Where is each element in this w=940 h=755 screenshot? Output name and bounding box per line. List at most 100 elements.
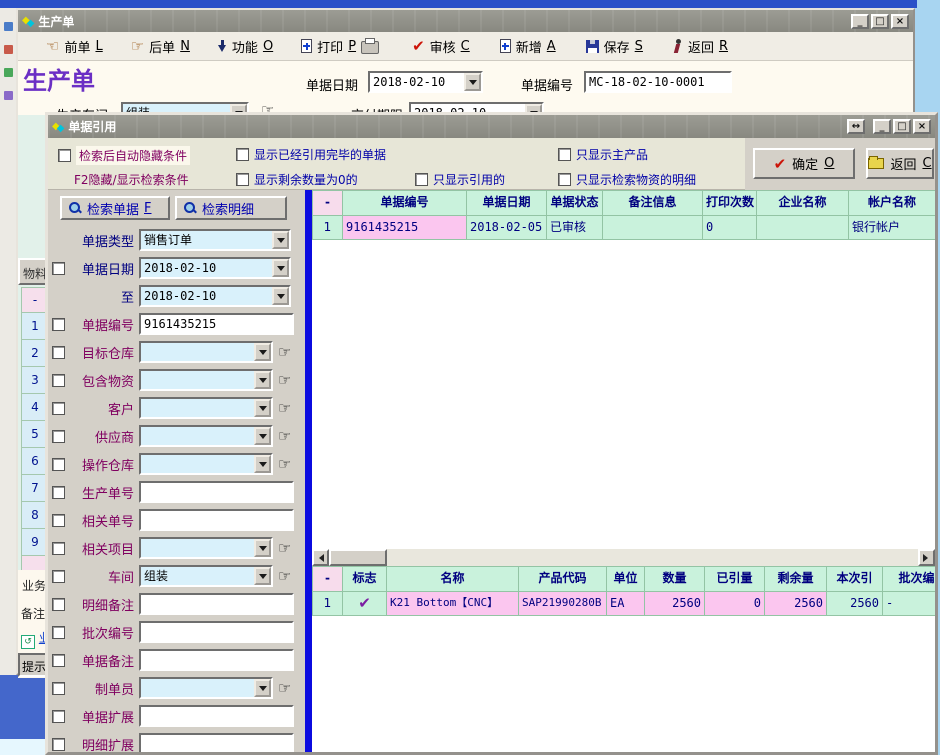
doc-date-combobox[interactable]: 2018-02-10 <box>368 71 483 93</box>
cell-account-name: 银行帐户 <box>849 216 935 240</box>
checkbox-icon[interactable] <box>558 148 571 161</box>
lookup-hand-icon[interactable]: ☞ <box>278 429 291 443</box>
field-label: 车间 <box>68 567 134 586</box>
prev-doc-button[interactable]: ☜ 前单L <box>46 37 103 56</box>
dropdown-arrow-icon[interactable] <box>254 539 271 557</box>
dropdown-arrow-icon[interactable] <box>464 73 481 91</box>
field-checkbox[interactable] <box>52 598 65 611</box>
detail-remark-input[interactable] <box>139 593 294 615</box>
field-checkbox[interactable] <box>52 682 65 695</box>
search-details-button[interactable]: 检索明细 <box>175 196 287 220</box>
horizontal-scrollbar[interactable] <box>312 549 935 566</box>
table-row[interactable]: 1 9161435215 2018-02-05 已审核 0 银行帐户 <box>313 216 935 240</box>
new-button[interactable]: 新增A <box>500 37 556 56</box>
related-project-combobox[interactable] <box>139 537 273 559</box>
field-checkbox[interactable] <box>52 318 65 331</box>
dropdown-arrow-icon[interactable] <box>272 287 289 305</box>
field-checkbox[interactable] <box>52 710 65 723</box>
field-checkbox[interactable] <box>52 738 65 751</box>
lookup-hand-icon[interactable]: ☞ <box>278 681 291 695</box>
back-button[interactable]: 返回 C <box>866 148 934 179</box>
ok-button[interactable]: ✔ 确定 O <box>753 148 855 179</box>
dropdown-arrow-icon[interactable] <box>272 231 289 249</box>
documents-table-header: - 单据编号 单据日期 单据状态 备注信息 打印次数 企业名称 帐户名称 <box>313 191 935 216</box>
target-warehouse-combobox[interactable] <box>139 341 273 363</box>
field-checkbox[interactable] <box>52 542 65 555</box>
lookup-hand-icon[interactable]: ☞ <box>278 457 291 471</box>
operate-warehouse-combobox[interactable] <box>139 453 273 475</box>
dropdown-arrow-icon[interactable] <box>254 371 271 389</box>
scrollbar-thumb[interactable] <box>329 549 387 566</box>
lookup-hand-icon[interactable]: ☞ <box>278 345 291 359</box>
checkbox-icon[interactable] <box>236 173 249 186</box>
field-checkbox[interactable] <box>52 430 65 443</box>
doc-no-input[interactable]: MC-18-02-10-0001 <box>584 71 732 93</box>
table-row[interactable]: 1 ✔ K21 Bottom【CNC】 SAP21990280B EA 2560… <box>313 592 935 616</box>
search-documents-button[interactable]: 检索单据 F <box>60 196 170 220</box>
supplier-combobox[interactable] <box>139 425 273 447</box>
checkbox-icon[interactable] <box>415 173 428 186</box>
field-checkbox[interactable] <box>52 458 65 471</box>
hotkey: F <box>144 201 151 216</box>
scroll-right-arrow-icon[interactable] <box>918 549 935 566</box>
next-doc-button[interactable]: ☞ 后单N <box>131 37 190 56</box>
dropdown-arrow-icon[interactable] <box>272 259 289 277</box>
included-material-combobox[interactable] <box>139 369 273 391</box>
dropdown-arrow-icon[interactable] <box>254 679 271 697</box>
field-checkbox[interactable] <box>52 570 65 583</box>
checkbox-auto-hide[interactable]: 检索后自动隐藏条件 <box>58 146 190 165</box>
checkbox-icon[interactable] <box>558 173 571 186</box>
dropdown-arrow-icon[interactable] <box>254 427 271 445</box>
field-checkbox[interactable] <box>52 626 65 639</box>
audit-button[interactable]: ✔ 审核C <box>412 37 470 56</box>
checkbox-show-fully-referenced[interactable]: 显示已经引用完毕的单据 <box>236 146 386 163</box>
field-checkbox[interactable] <box>52 486 65 499</box>
doc-no-filter-input[interactable]: 9161435215 <box>139 313 294 335</box>
dropdown-arrow-icon[interactable] <box>254 455 271 473</box>
resize-icon[interactable]: ↔ <box>847 119 865 134</box>
scrollbar-track[interactable] <box>387 549 918 566</box>
production-no-input[interactable] <box>139 481 294 503</box>
close-icon[interactable]: × <box>913 119 931 134</box>
field-checkbox[interactable] <box>52 346 65 359</box>
lookup-hand-icon[interactable]: ☞ <box>278 541 291 555</box>
field-checkbox[interactable] <box>52 654 65 667</box>
lookup-hand-icon[interactable]: ☞ <box>278 401 291 415</box>
close-icon[interactable]: × <box>891 14 909 29</box>
maximize-icon[interactable]: □ <box>893 119 911 134</box>
doc-creator-combobox[interactable] <box>139 677 273 699</box>
dropdown-arrow-icon[interactable] <box>254 399 271 417</box>
checkbox-icon[interactable] <box>58 149 71 162</box>
doc-type-combobox[interactable]: 销售订单 <box>139 229 291 251</box>
checkbox-only-main-product[interactable]: 只显示主产品 <box>558 146 648 163</box>
checkbox-show-zero-remaining[interactable]: 显示剩余数量为0的 <box>236 171 358 188</box>
minimize-icon[interactable]: _ <box>851 14 869 29</box>
field-checkbox[interactable] <box>52 402 65 415</box>
doc-remark-input[interactable] <box>139 649 294 671</box>
doc-date-to-combobox[interactable]: 2018-02-10 <box>139 285 291 307</box>
minimize-icon[interactable]: _ <box>873 119 891 134</box>
field-checkbox[interactable] <box>52 374 65 387</box>
checkbox-icon[interactable] <box>236 148 249 161</box>
detail-extension-input[interactable] <box>139 733 294 752</box>
field-checkbox[interactable] <box>52 262 65 275</box>
lookup-hand-icon[interactable]: ☞ <box>278 569 291 583</box>
dropdown-arrow-icon[interactable] <box>254 567 271 585</box>
field-checkbox[interactable] <box>52 514 65 527</box>
dropdown-arrow-icon[interactable] <box>254 343 271 361</box>
customer-combobox[interactable] <box>139 397 273 419</box>
checkbox-only-searched-details[interactable]: 只显示检索物资的明细 <box>558 171 696 188</box>
maximize-icon[interactable]: □ <box>871 14 889 29</box>
related-no-input[interactable] <box>139 509 294 531</box>
scroll-left-arrow-icon[interactable] <box>312 549 329 566</box>
functions-button[interactable]: 功能O <box>218 37 273 56</box>
checkbox-only-referenced[interactable]: 只显示引用的 <box>415 171 505 188</box>
return-button[interactable]: 返回R <box>673 37 728 56</box>
lookup-hand-icon[interactable]: ☞ <box>278 373 291 387</box>
batch-no-input[interactable] <box>139 621 294 643</box>
workshop-filter-combobox[interactable]: 组装 <box>139 565 273 587</box>
save-button[interactable]: 保存S <box>586 37 643 56</box>
print-button[interactable]: 打印P <box>301 37 379 56</box>
doc-date-from-combobox[interactable]: 2018-02-10 <box>139 257 291 279</box>
doc-extension-input[interactable] <box>139 705 294 727</box>
